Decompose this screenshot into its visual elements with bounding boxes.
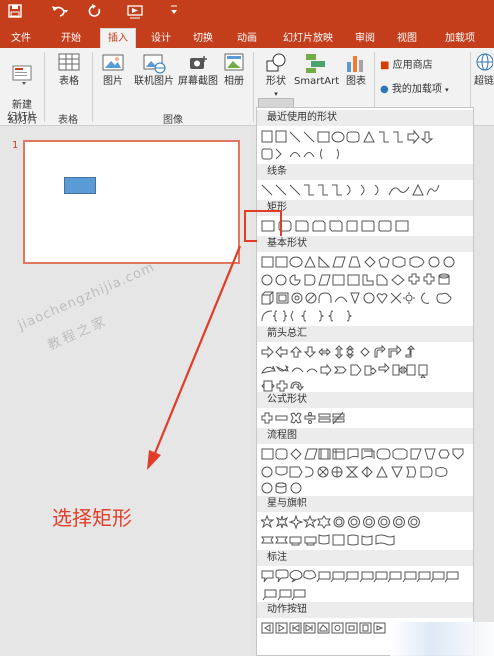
stars-row-1[interactable]	[259, 514, 471, 530]
basic-shapes-row-2[interactable]	[261, 272, 471, 288]
section-action-buttons: 动作按钮	[257, 602, 473, 618]
section-flowchart: 流程图	[257, 428, 473, 444]
flowchart-row-3[interactable]	[261, 480, 471, 496]
lines-row[interactable]	[261, 182, 471, 198]
section-stars-banners: 星与旗帜	[257, 496, 473, 512]
section-basic-shapes: 基本形状	[257, 236, 473, 252]
callouts-row-2[interactable]	[261, 586, 471, 602]
block-arrows-row-2[interactable]	[261, 362, 471, 379]
annotation-text: 选择矩形	[52, 506, 132, 530]
basic-shapes-row-1[interactable]	[261, 254, 471, 270]
equation-shapes-row[interactable]	[261, 410, 471, 426]
section-equation-shapes: 公式形状	[257, 392, 473, 408]
section-callouts: 标注	[257, 550, 473, 566]
block-arrows-row-1[interactable]	[261, 344, 471, 360]
section-recent-shapes: 最近使用的形状	[257, 110, 473, 126]
basic-shapes-row-3[interactable]	[261, 290, 471, 306]
callouts-row-1[interactable]	[261, 568, 471, 584]
flowchart-row-2[interactable]	[261, 464, 471, 480]
section-rectangles: 矩形	[257, 200, 473, 216]
flowchart-row-1[interactable]	[261, 446, 471, 462]
recent-shapes-row-2[interactable]	[261, 146, 471, 162]
scroll-fade-overlay	[390, 622, 494, 656]
stars-row-2[interactable]	[261, 532, 471, 548]
section-block-arrows: 箭头总汇	[257, 326, 473, 342]
section-lines: 线条	[257, 164, 473, 180]
rectangles-row[interactable]	[261, 218, 471, 234]
recent-shapes-row[interactable]	[261, 129, 471, 145]
basic-shapes-row-4[interactable]	[261, 308, 471, 324]
